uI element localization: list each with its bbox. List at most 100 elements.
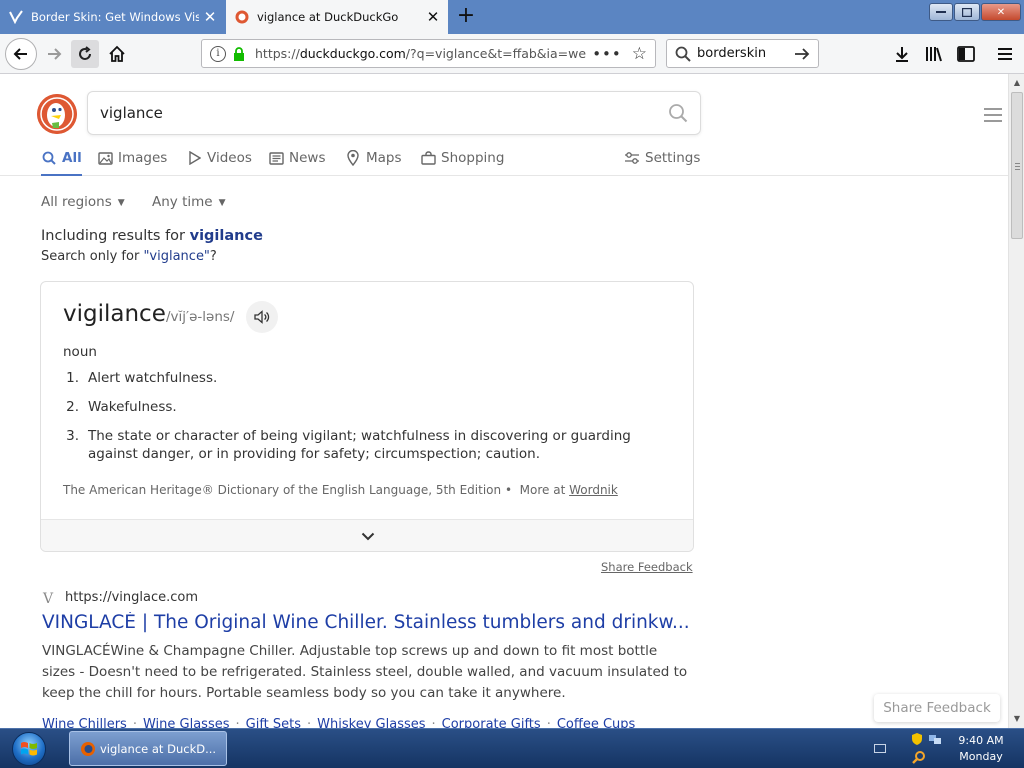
bag-icon xyxy=(420,150,436,166)
go-arrow-icon[interactable] xyxy=(794,47,810,61)
close-tab-icon[interactable]: ✕ xyxy=(203,9,217,25)
tab-label: Maps xyxy=(366,150,402,166)
source-citation: The American Heritage® Dictionary of the… xyxy=(63,483,513,497)
search-icon xyxy=(41,150,57,166)
ddg-search-box[interactable]: viglance xyxy=(87,91,701,135)
keyboard-tray-icon[interactable] xyxy=(874,744,886,753)
tab-videos[interactable]: Videos xyxy=(186,148,252,176)
definition-source: The American Heritage® Dictionary of the… xyxy=(63,483,618,497)
floating-share-feedback-button[interactable]: Share Feedback xyxy=(874,694,1000,722)
tab-images[interactable]: Images xyxy=(97,148,167,176)
definition-pronunciation: /vĭj′ə-ləns/ xyxy=(166,309,235,325)
vista-favicon-icon xyxy=(8,9,24,25)
duckduckgo-logo[interactable] xyxy=(37,94,77,134)
downloads-icon[interactable] xyxy=(890,42,914,66)
forward-button[interactable] xyxy=(40,40,68,68)
sitelink[interactable]: Whiskey Glasses xyxy=(317,717,425,728)
sitelink-separator: · xyxy=(431,717,436,728)
scrollbar-thumb[interactable] xyxy=(1011,92,1023,239)
ddg-menu-icon[interactable] xyxy=(984,108,1002,124)
windows-taskbar: viglance at DuckD... 9:40 AM Monday xyxy=(0,728,1024,768)
url-host: duckduckgo.com xyxy=(299,46,406,61)
corrected-query-link[interactable]: vigilance xyxy=(190,228,263,244)
pronounce-speaker-button[interactable] xyxy=(246,301,278,333)
new-tab-button[interactable]: + xyxy=(454,5,478,29)
definition-sense: 1. Alert watchfulness. xyxy=(63,369,643,387)
tab-title: viglance at DuckDuckGo xyxy=(257,10,399,24)
scroll-down-arrow-icon[interactable]: ▼ xyxy=(1012,714,1022,724)
navigation-toolbar: i https://duckduckgo.com/?q=viglance&t=f… xyxy=(0,34,1024,74)
region-filter-dropdown[interactable]: All regions ▼ xyxy=(41,194,125,210)
windows-logo-icon xyxy=(12,732,46,766)
site-info-icon[interactable]: i xyxy=(210,45,226,62)
result-url[interactable]: https://vinglace.com xyxy=(65,590,198,605)
expand-definition-button[interactable] xyxy=(41,519,693,551)
sitelink[interactable]: Corporate Gifts xyxy=(442,717,541,728)
secure-lock-icon[interactable] xyxy=(232,46,246,61)
url-text[interactable]: https://duckduckgo.com/?q=viglance&t=ffa… xyxy=(255,46,586,61)
scroll-up-arrow-icon[interactable]: ▲ xyxy=(1012,78,1022,88)
taskbar-window-label: viglance at DuckD... xyxy=(100,741,217,756)
settings-label: Settings xyxy=(645,150,701,166)
sense-number: 3. xyxy=(66,428,79,444)
sense-text: Wakefulness. xyxy=(88,399,177,415)
system-clock[interactable]: 9:40 AM Monday xyxy=(950,733,1012,765)
maximize-window-button[interactable] xyxy=(954,3,980,21)
bookmark-star-icon[interactable]: ☆ xyxy=(632,44,647,64)
page-scrollbar[interactable]: ▲ ▼ xyxy=(1008,74,1024,728)
sitelink[interactable]: Wine Chillers xyxy=(42,717,127,728)
security-shield-tray-icon[interactable] xyxy=(910,732,924,746)
browser-search-bar[interactable]: borderskin xyxy=(666,39,819,68)
browser-tab-strip: Border Skin: Get Windows Vista ✕ viglanc… xyxy=(0,0,1024,34)
original-query-link[interactable]: "viglance" xyxy=(143,249,209,264)
definition-card: vigilance /vĭj′ə-ləns/ noun 1. Alert watc… xyxy=(40,281,694,552)
tab-news[interactable]: News xyxy=(268,148,325,176)
dropdown-caret-icon: ▼ xyxy=(117,198,125,208)
sitelink[interactable]: Wine Glasses xyxy=(143,717,230,728)
firefox-icon xyxy=(80,741,96,757)
close-tab-icon[interactable]: ✕ xyxy=(426,9,440,25)
reload-button[interactable] xyxy=(71,40,99,68)
home-button[interactable] xyxy=(103,40,131,68)
more-at-prefix: More at xyxy=(519,483,570,497)
sitelink[interactable]: Coffee Cups xyxy=(557,717,635,728)
result-title-link[interactable]: VINGLACÉ | The Original Wine Chiller. St… xyxy=(42,612,692,633)
browser-tab-duckduckgo[interactable]: viglance at DuckDuckGo ✕ xyxy=(226,0,448,34)
sitelink[interactable]: Gift Sets xyxy=(246,717,301,728)
search-icon[interactable] xyxy=(668,103,688,123)
sense-text: Alert watchfulness. xyxy=(88,370,218,386)
start-button[interactable] xyxy=(6,731,52,767)
sidebar-toggle-icon[interactable] xyxy=(954,42,978,66)
tab-maps[interactable]: Maps xyxy=(345,148,402,176)
address-bar[interactable]: i https://duckduckgo.com/?q=viglance&t=f… xyxy=(201,39,656,68)
search-only-suffix: ? xyxy=(209,249,217,264)
search-only-notice: Search only for "viglance"? xyxy=(41,249,217,264)
minimize-window-button[interactable] xyxy=(929,3,953,21)
wordnik-link[interactable]: Wordnik xyxy=(569,483,618,497)
page-actions-icon[interactable]: ••• xyxy=(592,45,622,63)
part-of-speech: noun xyxy=(63,344,97,360)
app-menu-icon[interactable] xyxy=(993,42,1017,66)
library-icon[interactable] xyxy=(922,42,946,66)
sitelink-separator: · xyxy=(307,717,312,728)
taskbar-firefox-window[interactable]: viglance at DuckD... xyxy=(69,731,227,766)
search-tray-icon[interactable] xyxy=(912,750,926,764)
back-button[interactable] xyxy=(5,38,37,70)
home-icon xyxy=(109,45,125,62)
page-content: viglance All Images Videos News Maps Sho… xyxy=(0,74,1008,728)
result-favicon: V xyxy=(43,591,54,607)
ddg-search-input[interactable]: viglance xyxy=(100,104,668,122)
tab-all[interactable]: All xyxy=(41,148,82,176)
browser-search-input[interactable]: borderskin xyxy=(697,46,794,61)
browser-tab-border-skin[interactable]: Border Skin: Get Windows Vista ✕ xyxy=(0,0,225,34)
image-icon xyxy=(97,150,113,166)
settings-sliders-icon xyxy=(624,150,640,166)
time-filter-dropdown[interactable]: Any time ▼ xyxy=(152,194,226,210)
share-feedback-link[interactable]: Share Feedback xyxy=(601,560,693,574)
tab-title: Border Skin: Get Windows Vista xyxy=(31,10,199,24)
close-window-button[interactable]: ✕ xyxy=(981,3,1021,21)
network-tray-icon[interactable] xyxy=(928,732,942,746)
reload-icon xyxy=(79,46,91,60)
settings-button[interactable]: Settings xyxy=(624,148,700,176)
tab-shopping[interactable]: Shopping xyxy=(420,148,504,176)
